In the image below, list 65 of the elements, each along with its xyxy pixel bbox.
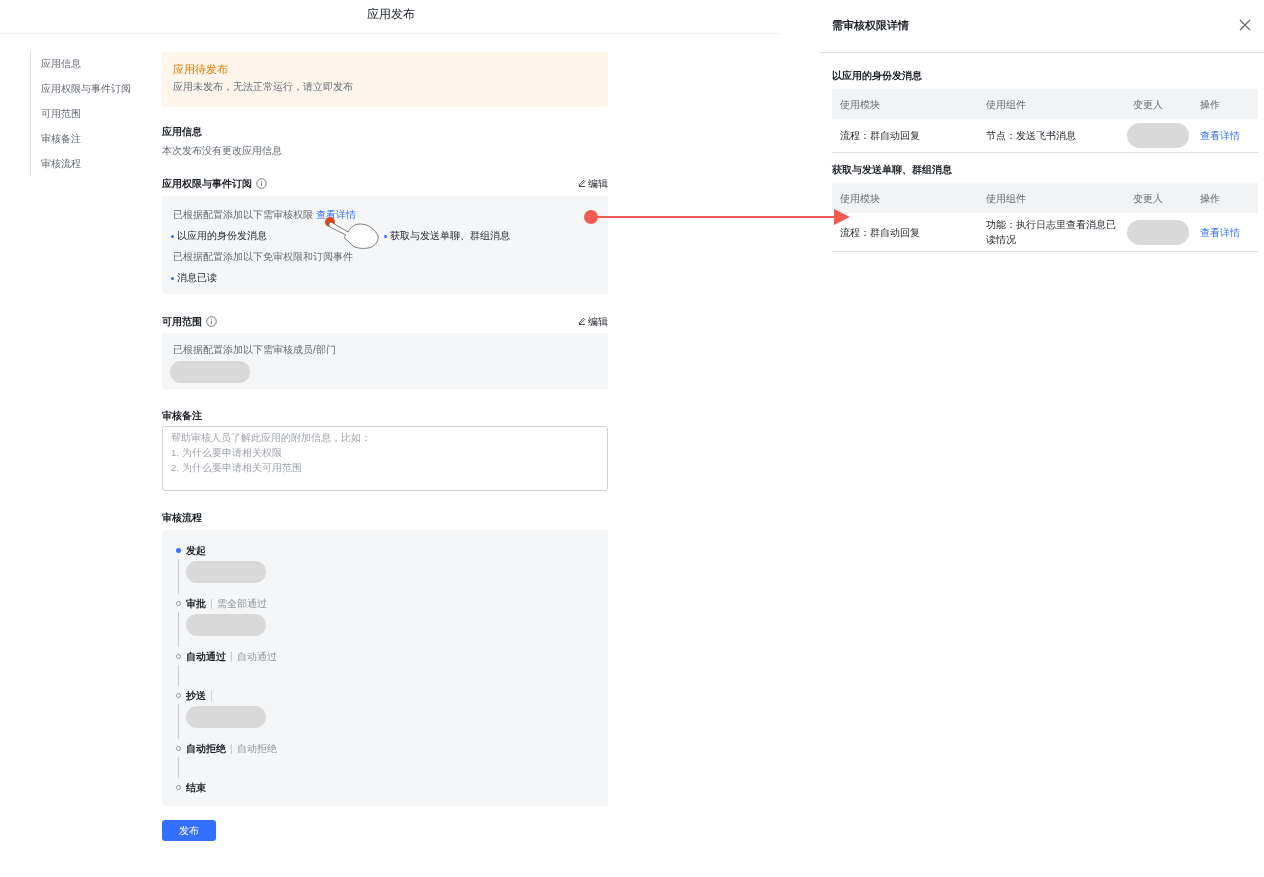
pencil-icon bbox=[578, 317, 586, 325]
column-header: 操作 bbox=[1199, 97, 1221, 112]
close-button[interactable] bbox=[1238, 18, 1252, 32]
banner-title: 应用待发布 bbox=[173, 62, 229, 76]
step-note: 需全部通过 bbox=[216, 596, 267, 611]
sidebar-item[interactable]: 可用范围 bbox=[31, 105, 131, 123]
sidebar-item[interactable]: 应用信息 bbox=[31, 55, 131, 73]
permissions-text: 已根据配置添加以下免审权限和订阅事件 bbox=[173, 250, 354, 264]
column-header: 使用组件 bbox=[985, 191, 1027, 206]
info-icon bbox=[206, 315, 217, 327]
details-link[interactable]: 查看详情 bbox=[315, 209, 356, 220]
bullet-icon bbox=[384, 234, 387, 238]
bullet-icon bbox=[171, 234, 174, 238]
blurred-name bbox=[1127, 219, 1189, 245]
details-link[interactable]: 查看详情 bbox=[1192, 224, 1258, 240]
step-note: 自动拒绝 bbox=[236, 741, 277, 756]
banner-text: 应用未发布，无法正常运行，请立即发布 bbox=[173, 80, 354, 93]
step-divider: | bbox=[230, 741, 233, 756]
permission-item: 以应用的身份发消息 bbox=[177, 229, 267, 243]
scope-text: 已根据配置添加以下需审核成员/部门 bbox=[172, 343, 337, 357]
table-cell-text: 流程：群自动回复 bbox=[839, 225, 921, 240]
step-label: 审批 bbox=[186, 596, 206, 611]
publish-button[interactable]: 发布 bbox=[162, 820, 216, 841]
permission-item: 获取与发送单聊、群组消息 bbox=[390, 229, 510, 243]
table-cell-text: 功能：执行日志里查看消息已读情况 bbox=[985, 218, 1117, 247]
step-label: 自动拒绝 bbox=[186, 741, 226, 756]
column-header: 使用模块 bbox=[839, 97, 881, 112]
sidebar-item[interactable]: 审核备注 bbox=[31, 130, 131, 148]
permission-item: 消息已读 bbox=[177, 271, 217, 285]
close-icon bbox=[1239, 19, 1251, 31]
pencil-icon bbox=[578, 179, 586, 187]
drawer-title: 需审核权限详情 bbox=[832, 17, 909, 33]
edit-button[interactable]: 编辑 bbox=[578, 313, 608, 329]
table-title: 以应用的身份发消息 bbox=[832, 69, 923, 83]
step-label: 结束 bbox=[186, 780, 206, 795]
column-header: 使用组件 bbox=[985, 97, 1027, 112]
table-cell-text: 节点：发送飞书消息 bbox=[985, 129, 1077, 143]
table-cell-text: 流程：群自动回复 bbox=[839, 129, 921, 143]
note-field[interactable]: 帮助审核人员了解此应用的附加信息，比如： 1. 为什么要申请相关权限 2. 为什么要申请相关可用范围 bbox=[162, 426, 608, 491]
column-header: 操作 bbox=[1199, 191, 1221, 206]
table-title: 获取与发送单聊、群组消息 bbox=[832, 163, 953, 177]
step-label: 抄送 bbox=[186, 688, 206, 703]
column-header: 使用模块 bbox=[839, 191, 881, 206]
section-title: 应用信息 bbox=[162, 125, 203, 139]
details-link[interactable]: 查看详情 bbox=[1192, 128, 1258, 143]
info-icon bbox=[256, 177, 267, 189]
step-note: 自动通过 bbox=[236, 649, 277, 664]
step-label: 发起 bbox=[186, 543, 206, 558]
column-header: 变更人 bbox=[1132, 191, 1164, 206]
column-header: 变更人 bbox=[1132, 97, 1164, 112]
step-divider: | bbox=[230, 649, 233, 664]
section-title: 应用权限与事件订阅 bbox=[162, 176, 252, 191]
step-divider: | bbox=[210, 688, 213, 703]
step-divider: | bbox=[210, 596, 213, 611]
edit-button[interactable]: 编辑 bbox=[578, 175, 608, 191]
page-title: 应用发布 bbox=[367, 5, 415, 23]
bullet-icon bbox=[171, 276, 174, 280]
section-title: 审核备注 bbox=[162, 409, 203, 423]
section-title: 审核流程 bbox=[162, 511, 203, 525]
sidebar-item[interactable]: 审核流程 bbox=[31, 155, 131, 173]
section-text: 本次发布没有更改应用信息 bbox=[162, 144, 283, 158]
step-label: 自动通过 bbox=[186, 649, 226, 664]
sidebar-item[interactable]: 应用权限与事件订阅 bbox=[31, 80, 131, 98]
blurred-name bbox=[1127, 123, 1189, 148]
section-title: 可用范围 bbox=[162, 314, 202, 329]
